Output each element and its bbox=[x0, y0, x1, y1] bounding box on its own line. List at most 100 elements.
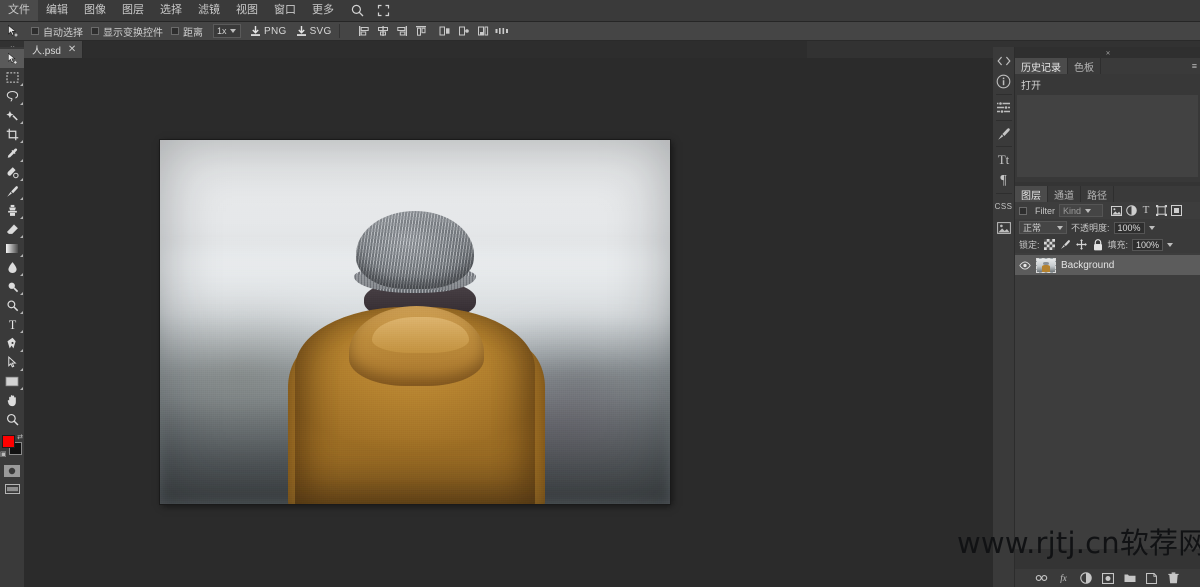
layer-filter-checkbox[interactable] bbox=[1019, 207, 1027, 215]
lock-all-icon[interactable] bbox=[1092, 239, 1104, 251]
brush-tool[interactable] bbox=[0, 182, 24, 201]
distribute-left-icon[interactable] bbox=[438, 24, 452, 38]
move-tool-icon[interactable] bbox=[3, 23, 23, 40]
screen-mode-icon[interactable] bbox=[3, 482, 21, 495]
fullscreen-icon[interactable] bbox=[372, 0, 394, 21]
blend-mode-select[interactable]: 正常 bbox=[1019, 221, 1067, 234]
distance-checkbox[interactable]: 距离 bbox=[171, 24, 203, 39]
search-icon[interactable] bbox=[346, 0, 368, 21]
filter-shape-icon[interactable] bbox=[1155, 205, 1167, 217]
rectangular-marquee-tool[interactable] bbox=[0, 68, 24, 87]
delete-layer-icon[interactable] bbox=[1167, 572, 1180, 585]
gradient-tool[interactable] bbox=[0, 239, 24, 258]
path-selection-tool[interactable] bbox=[0, 353, 24, 372]
distribute-spacing-icon[interactable] bbox=[495, 24, 509, 38]
artboard[interactable] bbox=[160, 140, 670, 504]
canvas-area[interactable] bbox=[24, 58, 1007, 587]
foreground-color-swatch[interactable] bbox=[2, 435, 15, 448]
align-center-horizontal-icon[interactable] bbox=[376, 24, 390, 38]
sharpen-tool[interactable] bbox=[0, 296, 24, 315]
layer-list[interactable]: Background bbox=[1015, 253, 1200, 549]
menu-filter[interactable]: 滤镜 bbox=[190, 0, 228, 21]
fill-chevron-down-icon[interactable] bbox=[1167, 243, 1173, 247]
filter-type-icon[interactable]: T bbox=[1140, 205, 1152, 217]
clone-stamp-tool[interactable] bbox=[0, 201, 24, 220]
table-row[interactable]: Background bbox=[1015, 255, 1200, 275]
tab-channels[interactable]: 通道 bbox=[1048, 186, 1081, 202]
zoom-level-select[interactable]: 1x bbox=[213, 24, 241, 38]
menu-select[interactable]: 选择 bbox=[152, 0, 190, 21]
distance-box[interactable] bbox=[171, 27, 179, 35]
type-tool[interactable]: T bbox=[0, 315, 24, 334]
lasso-tool[interactable] bbox=[0, 87, 24, 106]
adjustment-layer-icon[interactable] bbox=[1079, 572, 1092, 585]
quick-mask-icon[interactable] bbox=[3, 464, 21, 477]
tab-history[interactable]: 历史记录 bbox=[1015, 58, 1068, 74]
link-layers-icon[interactable] bbox=[1035, 572, 1048, 585]
default-colors-icon[interactable]: ▣ bbox=[0, 450, 7, 458]
new-layer-icon[interactable] bbox=[1145, 572, 1158, 585]
menu-window[interactable]: 窗口 bbox=[266, 0, 304, 21]
align-top-icon[interactable] bbox=[414, 24, 428, 38]
export-svg-button[interactable]: SVG bbox=[296, 25, 332, 37]
swap-colors-icon[interactable]: ⇄ bbox=[17, 433, 23, 441]
rectangle-shape-tool[interactable] bbox=[0, 372, 24, 391]
blur-tool[interactable] bbox=[0, 258, 24, 277]
code-icon[interactable] bbox=[993, 50, 1015, 71]
layer-kind-select[interactable]: Kind bbox=[1059, 204, 1103, 217]
eye-icon[interactable] bbox=[1019, 259, 1031, 271]
eyedropper-tool[interactable] bbox=[0, 144, 24, 163]
paragraph-icon[interactable]: ¶ bbox=[993, 170, 1015, 191]
fill-value[interactable]: 100% bbox=[1132, 239, 1163, 251]
tab-swatches[interactable]: 色板 bbox=[1068, 58, 1101, 74]
distribute-center-icon[interactable] bbox=[457, 24, 471, 38]
tab-paths[interactable]: 路径 bbox=[1081, 186, 1114, 202]
align-right-icon[interactable] bbox=[395, 24, 409, 38]
menu-image[interactable]: 图像 bbox=[76, 0, 114, 21]
align-left-icon[interactable] bbox=[357, 24, 371, 38]
css-icon[interactable]: CSS bbox=[993, 196, 1015, 217]
opacity-value[interactable]: 100% bbox=[1114, 222, 1145, 234]
menu-view[interactable]: 视图 bbox=[228, 0, 266, 21]
layer-effects-icon[interactable]: fx bbox=[1057, 572, 1070, 585]
lock-position-icon[interactable] bbox=[1076, 239, 1088, 251]
panel-collapse-arrows-right[interactable]: ›‹ bbox=[1015, 47, 1200, 58]
dodge-tool[interactable] bbox=[0, 277, 24, 296]
eraser-tool[interactable] bbox=[0, 220, 24, 239]
show-transform-box[interactable] bbox=[91, 27, 99, 35]
auto-select-checkbox[interactable]: 自动选择 bbox=[31, 24, 83, 39]
auto-select-box[interactable] bbox=[31, 27, 39, 35]
opacity-chevron-down-icon[interactable] bbox=[1149, 226, 1155, 230]
crop-tool[interactable] bbox=[0, 125, 24, 144]
filter-smart-object-icon[interactable] bbox=[1170, 205, 1182, 217]
history-entry-open[interactable]: 打开 bbox=[1015, 74, 1200, 95]
menu-more[interactable]: 更多 bbox=[304, 0, 342, 21]
filter-pixel-icon[interactable] bbox=[1110, 205, 1122, 217]
export-png-button[interactable]: PNG bbox=[250, 25, 287, 37]
distribute-right-icon[interactable] bbox=[476, 24, 490, 38]
healing-brush-tool[interactable] bbox=[0, 163, 24, 182]
show-transform-controls-checkbox[interactable]: 显示变换控件 bbox=[91, 24, 163, 39]
move-tool[interactable] bbox=[0, 49, 24, 68]
menu-edit[interactable]: 编辑 bbox=[38, 0, 76, 21]
pen-tool[interactable] bbox=[0, 334, 24, 353]
brush-panel-icon[interactable] bbox=[993, 123, 1015, 144]
history-panel-body[interactable]: 打开 bbox=[1015, 74, 1200, 182]
info-icon[interactable] bbox=[993, 71, 1015, 92]
panel-menu-icon[interactable]: ≡ bbox=[1192, 61, 1197, 71]
tab-layers[interactable]: 图层 bbox=[1015, 186, 1048, 202]
image-panel-icon[interactable] bbox=[993, 217, 1015, 238]
color-swatches[interactable]: ⇄ ▣ bbox=[0, 433, 24, 459]
new-group-icon[interactable] bbox=[1123, 572, 1136, 585]
document-tab[interactable]: 人.psd ✕ bbox=[24, 41, 83, 58]
layer-mask-icon[interactable] bbox=[1101, 572, 1114, 585]
lock-pixels-icon[interactable] bbox=[1060, 239, 1072, 251]
menu-layer[interactable]: 图层 bbox=[114, 0, 152, 21]
hand-tool[interactable] bbox=[0, 391, 24, 410]
lock-transparency-icon[interactable] bbox=[1044, 239, 1056, 251]
magic-wand-tool[interactable] bbox=[0, 106, 24, 125]
filter-adjustment-icon[interactable] bbox=[1125, 205, 1137, 217]
close-icon[interactable]: ✕ bbox=[68, 45, 76, 55]
adjustments-icon[interactable] bbox=[993, 97, 1015, 118]
menu-file[interactable]: 文件 bbox=[0, 0, 38, 21]
